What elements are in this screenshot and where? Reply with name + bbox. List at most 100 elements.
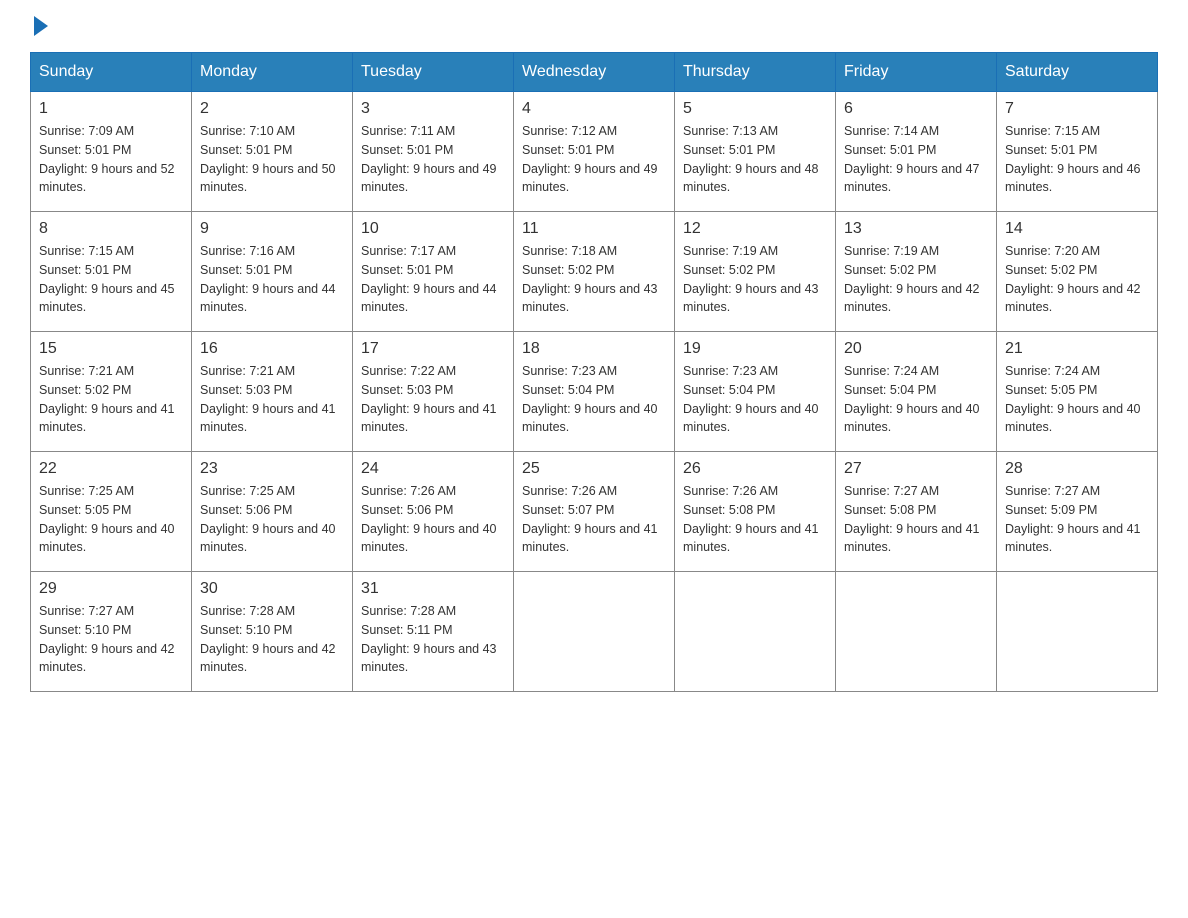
calendar-cell: 22 Sunrise: 7:25 AMSunset: 5:05 PMDaylig… <box>31 452 192 572</box>
calendar-cell: 31 Sunrise: 7:28 AMSunset: 5:11 PMDaylig… <box>353 572 514 692</box>
calendar-cell: 19 Sunrise: 7:23 AMSunset: 5:04 PMDaylig… <box>675 332 836 452</box>
day-info: Sunrise: 7:23 AMSunset: 5:04 PMDaylight:… <box>683 362 827 437</box>
day-info: Sunrise: 7:24 AMSunset: 5:05 PMDaylight:… <box>1005 362 1149 437</box>
day-info: Sunrise: 7:21 AMSunset: 5:03 PMDaylight:… <box>200 362 344 437</box>
day-info: Sunrise: 7:27 AMSunset: 5:08 PMDaylight:… <box>844 482 988 557</box>
logo-arrow-icon <box>34 16 48 36</box>
day-number: 23 <box>200 460 344 478</box>
calendar-cell <box>514 572 675 692</box>
calendar-week-row: 22 Sunrise: 7:25 AMSunset: 5:05 PMDaylig… <box>31 452 1158 572</box>
day-number: 7 <box>1005 100 1149 118</box>
calendar-cell: 23 Sunrise: 7:25 AMSunset: 5:06 PMDaylig… <box>192 452 353 572</box>
calendar-header-row: SundayMondayTuesdayWednesdayThursdayFrid… <box>31 53 1158 92</box>
calendar-cell: 3 Sunrise: 7:11 AMSunset: 5:01 PMDayligh… <box>353 92 514 212</box>
calendar-week-row: 29 Sunrise: 7:27 AMSunset: 5:10 PMDaylig… <box>31 572 1158 692</box>
day-info: Sunrise: 7:22 AMSunset: 5:03 PMDaylight:… <box>361 362 505 437</box>
day-number: 15 <box>39 340 183 358</box>
day-number: 1 <box>39 100 183 118</box>
column-header-thursday: Thursday <box>675 53 836 92</box>
day-number: 16 <box>200 340 344 358</box>
calendar-table: SundayMondayTuesdayWednesdayThursdayFrid… <box>30 52 1158 692</box>
day-info: Sunrise: 7:17 AMSunset: 5:01 PMDaylight:… <box>361 242 505 317</box>
calendar-cell: 5 Sunrise: 7:13 AMSunset: 5:01 PMDayligh… <box>675 92 836 212</box>
calendar-cell: 14 Sunrise: 7:20 AMSunset: 5:02 PMDaylig… <box>997 212 1158 332</box>
calendar-cell: 8 Sunrise: 7:15 AMSunset: 5:01 PMDayligh… <box>31 212 192 332</box>
day-info: Sunrise: 7:28 AMSunset: 5:11 PMDaylight:… <box>361 602 505 677</box>
page-header <box>30 20 1158 32</box>
day-info: Sunrise: 7:26 AMSunset: 5:07 PMDaylight:… <box>522 482 666 557</box>
calendar-week-row: 1 Sunrise: 7:09 AMSunset: 5:01 PMDayligh… <box>31 92 1158 212</box>
calendar-cell: 16 Sunrise: 7:21 AMSunset: 5:03 PMDaylig… <box>192 332 353 452</box>
calendar-cell: 1 Sunrise: 7:09 AMSunset: 5:01 PMDayligh… <box>31 92 192 212</box>
calendar-cell: 7 Sunrise: 7:15 AMSunset: 5:01 PMDayligh… <box>997 92 1158 212</box>
day-number: 9 <box>200 220 344 238</box>
calendar-cell: 18 Sunrise: 7:23 AMSunset: 5:04 PMDaylig… <box>514 332 675 452</box>
calendar-cell: 26 Sunrise: 7:26 AMSunset: 5:08 PMDaylig… <box>675 452 836 572</box>
calendar-week-row: 15 Sunrise: 7:21 AMSunset: 5:02 PMDaylig… <box>31 332 1158 452</box>
calendar-cell: 12 Sunrise: 7:19 AMSunset: 5:02 PMDaylig… <box>675 212 836 332</box>
day-info: Sunrise: 7:10 AMSunset: 5:01 PMDaylight:… <box>200 122 344 197</box>
day-number: 20 <box>844 340 988 358</box>
column-header-wednesday: Wednesday <box>514 53 675 92</box>
day-info: Sunrise: 7:27 AMSunset: 5:09 PMDaylight:… <box>1005 482 1149 557</box>
calendar-cell <box>836 572 997 692</box>
day-number: 8 <box>39 220 183 238</box>
day-info: Sunrise: 7:25 AMSunset: 5:05 PMDaylight:… <box>39 482 183 557</box>
day-info: Sunrise: 7:18 AMSunset: 5:02 PMDaylight:… <box>522 242 666 317</box>
calendar-cell <box>997 572 1158 692</box>
day-number: 3 <box>361 100 505 118</box>
calendar-cell: 27 Sunrise: 7:27 AMSunset: 5:08 PMDaylig… <box>836 452 997 572</box>
column-header-saturday: Saturday <box>997 53 1158 92</box>
calendar-cell: 25 Sunrise: 7:26 AMSunset: 5:07 PMDaylig… <box>514 452 675 572</box>
calendar-cell: 24 Sunrise: 7:26 AMSunset: 5:06 PMDaylig… <box>353 452 514 572</box>
calendar-cell: 17 Sunrise: 7:22 AMSunset: 5:03 PMDaylig… <box>353 332 514 452</box>
calendar-cell <box>675 572 836 692</box>
day-number: 29 <box>39 580 183 598</box>
day-info: Sunrise: 7:15 AMSunset: 5:01 PMDaylight:… <box>1005 122 1149 197</box>
logo <box>30 20 48 32</box>
day-number: 31 <box>361 580 505 598</box>
day-number: 5 <box>683 100 827 118</box>
day-number: 4 <box>522 100 666 118</box>
calendar-cell: 4 Sunrise: 7:12 AMSunset: 5:01 PMDayligh… <box>514 92 675 212</box>
day-info: Sunrise: 7:15 AMSunset: 5:01 PMDaylight:… <box>39 242 183 317</box>
column-header-tuesday: Tuesday <box>353 53 514 92</box>
logo-general-text <box>30 20 48 36</box>
calendar-cell: 9 Sunrise: 7:16 AMSunset: 5:01 PMDayligh… <box>192 212 353 332</box>
day-number: 25 <box>522 460 666 478</box>
day-info: Sunrise: 7:28 AMSunset: 5:10 PMDaylight:… <box>200 602 344 677</box>
day-info: Sunrise: 7:09 AMSunset: 5:01 PMDaylight:… <box>39 122 183 197</box>
day-info: Sunrise: 7:12 AMSunset: 5:01 PMDaylight:… <box>522 122 666 197</box>
day-number: 18 <box>522 340 666 358</box>
day-info: Sunrise: 7:26 AMSunset: 5:06 PMDaylight:… <box>361 482 505 557</box>
day-number: 21 <box>1005 340 1149 358</box>
day-info: Sunrise: 7:19 AMSunset: 5:02 PMDaylight:… <box>683 242 827 317</box>
day-info: Sunrise: 7:25 AMSunset: 5:06 PMDaylight:… <box>200 482 344 557</box>
day-number: 17 <box>361 340 505 358</box>
day-info: Sunrise: 7:20 AMSunset: 5:02 PMDaylight:… <box>1005 242 1149 317</box>
day-info: Sunrise: 7:23 AMSunset: 5:04 PMDaylight:… <box>522 362 666 437</box>
calendar-cell: 20 Sunrise: 7:24 AMSunset: 5:04 PMDaylig… <box>836 332 997 452</box>
day-number: 28 <box>1005 460 1149 478</box>
calendar-week-row: 8 Sunrise: 7:15 AMSunset: 5:01 PMDayligh… <box>31 212 1158 332</box>
day-info: Sunrise: 7:24 AMSunset: 5:04 PMDaylight:… <box>844 362 988 437</box>
column-header-friday: Friday <box>836 53 997 92</box>
day-number: 6 <box>844 100 988 118</box>
day-info: Sunrise: 7:27 AMSunset: 5:10 PMDaylight:… <box>39 602 183 677</box>
calendar-cell: 6 Sunrise: 7:14 AMSunset: 5:01 PMDayligh… <box>836 92 997 212</box>
day-number: 19 <box>683 340 827 358</box>
calendar-cell: 29 Sunrise: 7:27 AMSunset: 5:10 PMDaylig… <box>31 572 192 692</box>
calendar-cell: 2 Sunrise: 7:10 AMSunset: 5:01 PMDayligh… <box>192 92 353 212</box>
day-number: 22 <box>39 460 183 478</box>
day-info: Sunrise: 7:13 AMSunset: 5:01 PMDaylight:… <box>683 122 827 197</box>
day-number: 10 <box>361 220 505 238</box>
day-info: Sunrise: 7:14 AMSunset: 5:01 PMDaylight:… <box>844 122 988 197</box>
calendar-cell: 10 Sunrise: 7:17 AMSunset: 5:01 PMDaylig… <box>353 212 514 332</box>
day-number: 13 <box>844 220 988 238</box>
day-number: 30 <box>200 580 344 598</box>
day-info: Sunrise: 7:26 AMSunset: 5:08 PMDaylight:… <box>683 482 827 557</box>
day-number: 14 <box>1005 220 1149 238</box>
calendar-cell: 15 Sunrise: 7:21 AMSunset: 5:02 PMDaylig… <box>31 332 192 452</box>
day-number: 27 <box>844 460 988 478</box>
calendar-cell: 28 Sunrise: 7:27 AMSunset: 5:09 PMDaylig… <box>997 452 1158 572</box>
